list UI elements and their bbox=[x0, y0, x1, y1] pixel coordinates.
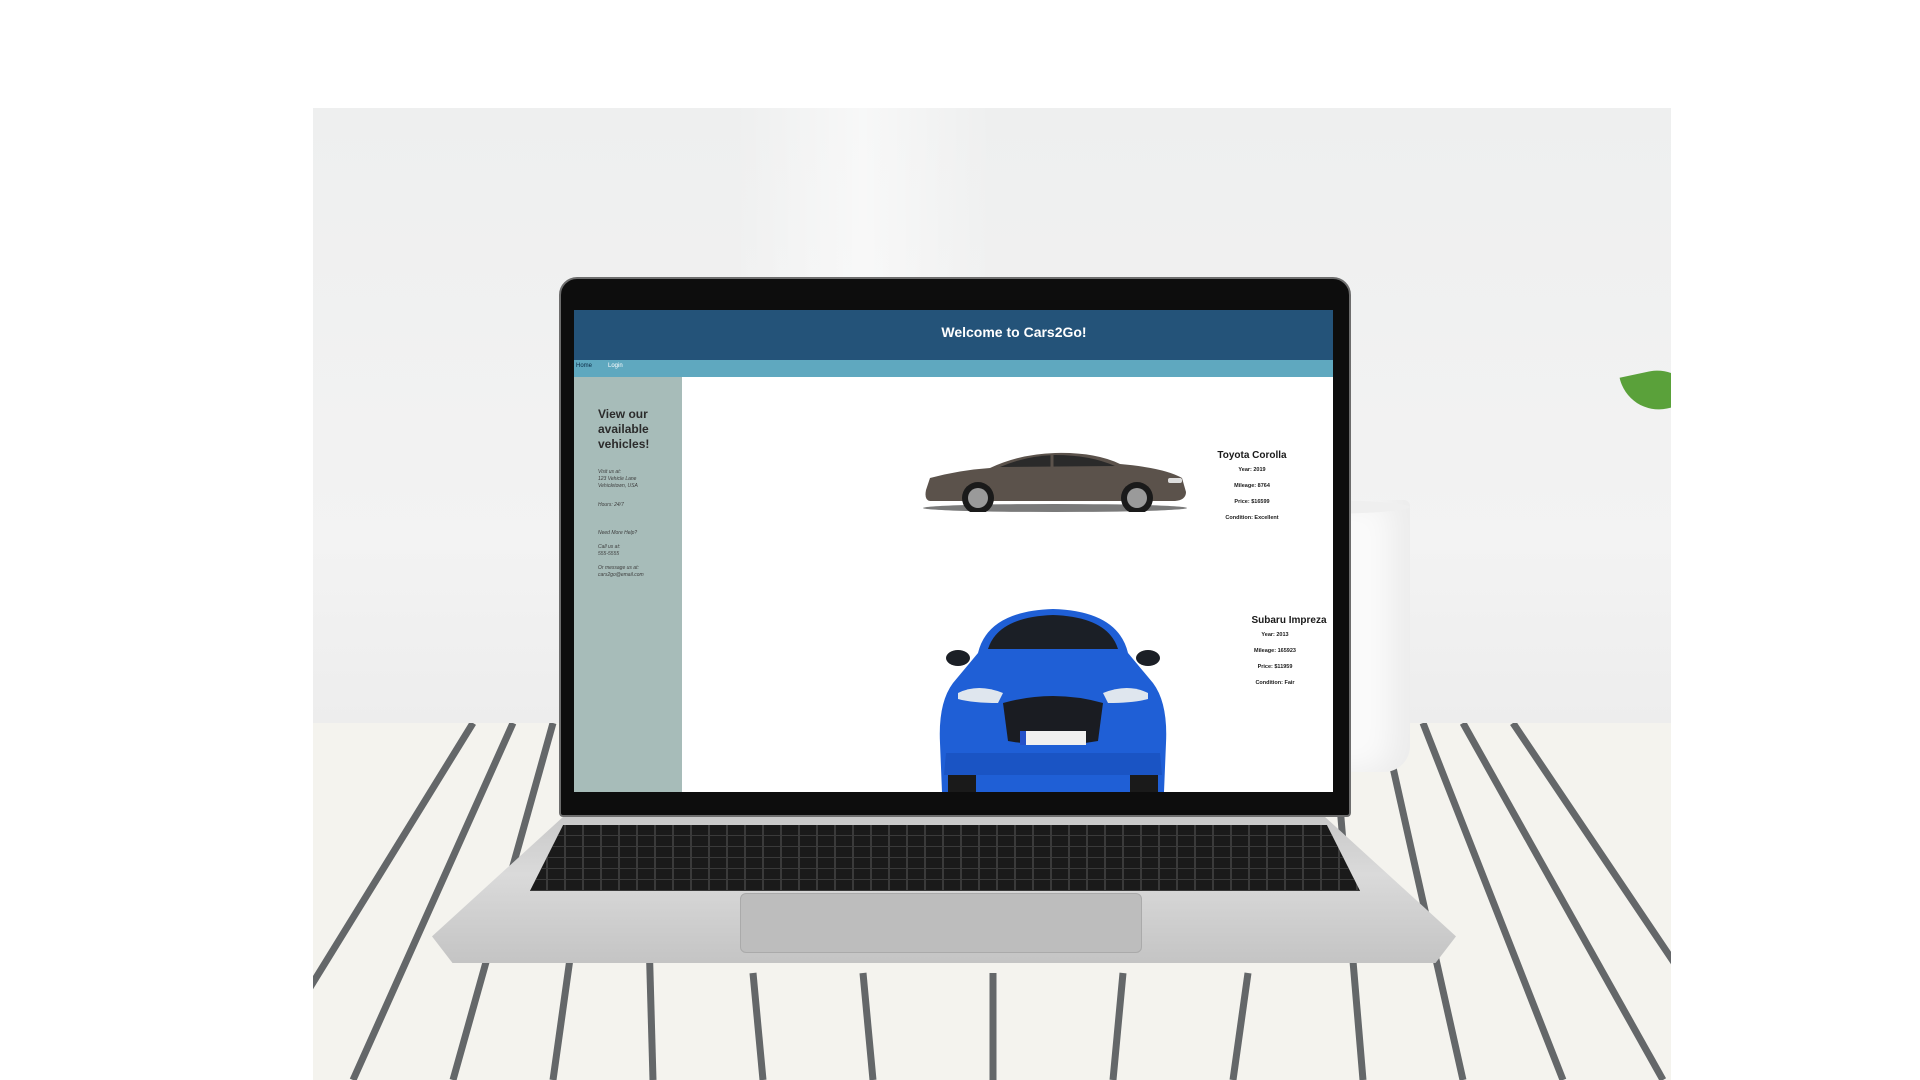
laptop-screen: Welcome to Cars2Go! Home Login View our … bbox=[574, 310, 1333, 792]
help-label: Need More Help? bbox=[598, 530, 638, 536]
visit-label: Visit us at: bbox=[598, 469, 621, 475]
vehicle-image-subaru-impreza[interactable] bbox=[928, 603, 1178, 792]
nav-home-link[interactable]: Home bbox=[576, 363, 592, 369]
vehicle-price: Price: $11959 bbox=[1257, 664, 1293, 670]
phone-number: 555-5555 bbox=[598, 551, 620, 557]
message-label: Or message us at: bbox=[598, 565, 639, 571]
vehicle-mileage: Mileage: 8764 bbox=[1234, 483, 1270, 489]
vehicle-name[interactable]: Toyota Corolla bbox=[1202, 450, 1302, 461]
vehicle-year: Year: 2019 bbox=[1238, 467, 1266, 473]
plant-leaf bbox=[1619, 363, 1671, 417]
vehicle-mileage: Mileage: 165923 bbox=[1254, 648, 1296, 654]
keyboard-rows bbox=[530, 825, 1360, 891]
site-header: Welcome to Cars2Go! bbox=[574, 310, 1333, 360]
vehicle-condition: Condition: Fair bbox=[1255, 680, 1295, 686]
nav-login-link[interactable]: Login bbox=[608, 363, 623, 369]
laptop-trackpad bbox=[740, 893, 1142, 953]
hours-text: Hours: 24/7 bbox=[598, 502, 624, 508]
vehicle-condition: Condition: Excellent bbox=[1225, 515, 1279, 521]
vehicle-image-toyota-corolla[interactable] bbox=[920, 450, 1190, 514]
vehicle-price: Price: $16599 bbox=[1234, 499, 1270, 505]
sidebar-title: View our available vehicles! bbox=[598, 407, 650, 451]
vehicle-listing: Toyota Corolla Year: 2019 Mileage: 8764 … bbox=[682, 377, 1333, 792]
call-label: Call us at: bbox=[598, 544, 621, 550]
address-line1: 123 Vehicle Lane bbox=[598, 476, 637, 482]
site-title: Welcome to Cars2Go! bbox=[941, 324, 1087, 340]
sidebar: View our available vehicles! Visit us at… bbox=[574, 377, 682, 792]
address-line2: Vehicletown, USA bbox=[598, 483, 638, 489]
vehicle-name[interactable]: Subaru Impreza bbox=[1244, 615, 1333, 626]
site-nav: Home Login bbox=[574, 360, 1333, 377]
vehicle-year: Year: 2013 bbox=[1261, 632, 1289, 638]
email-address[interactable]: cars2go@email.com bbox=[598, 572, 644, 579]
